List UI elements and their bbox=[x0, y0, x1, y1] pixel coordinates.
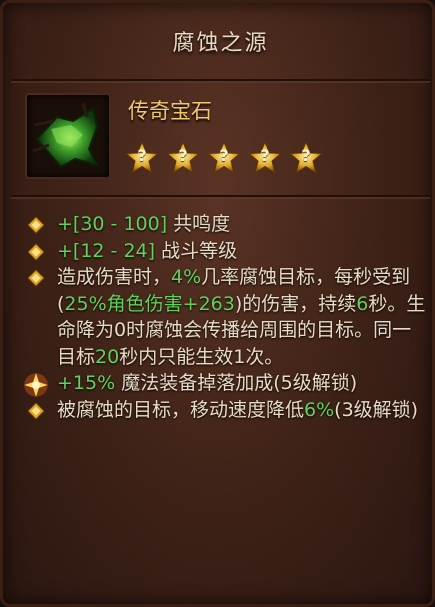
star-slot-icon: ? bbox=[166, 141, 200, 175]
diamond-bullet-icon bbox=[27, 401, 45, 420]
star-rating: ????? bbox=[125, 141, 330, 177]
affix-text: 战斗等级 bbox=[155, 239, 238, 262]
affix-text: 被腐蚀的目标，移动速度降低 bbox=[57, 398, 305, 421]
affix-line: +[12 - 24] 战斗等级 bbox=[23, 238, 428, 265]
affix-value: 25% bbox=[64, 292, 107, 315]
affix-text: 造成伤害时， bbox=[57, 266, 172, 288]
star-slot-label: ? bbox=[219, 146, 229, 165]
gem-icon-frame bbox=[25, 93, 111, 179]
legendary-gem-icon bbox=[32, 102, 99, 169]
star-slot-label: ? bbox=[178, 146, 188, 165]
diamond-bullet-icon bbox=[27, 242, 45, 261]
item-name: 腐蚀之源 bbox=[172, 31, 269, 56]
star-slot-icon: ? bbox=[125, 141, 159, 175]
affix-value: 6 bbox=[356, 292, 369, 315]
star-slot-icon: ? bbox=[248, 141, 282, 175]
affix-line: 造成伤害时，4%几率腐蚀目标，每秒受到(25%角色伤害+263)的伤害，持续6秒… bbox=[23, 264, 428, 370]
affix-value: 角色伤害 bbox=[106, 292, 183, 315]
affix-text: (3级解锁) bbox=[334, 398, 419, 421]
affix-line: +[30 - 100] 共鸣度 bbox=[23, 211, 428, 238]
diamond-bullet-icon bbox=[27, 216, 45, 234]
star-slot-label: ? bbox=[137, 146, 147, 165]
star-slot-icon: ? bbox=[207, 141, 241, 175]
affix-list: +[30 - 100] 共鸣度 +[12 - 24] 战斗等级 造成伤害时，4%几率… bbox=[23, 211, 428, 423]
star-slot-label: ? bbox=[260, 146, 270, 165]
item-tooltip: 腐蚀之源 传奇宝石 ????? +[30 - 100] 共鸣度 +[12 - 24… bbox=[0, 0, 435, 607]
affix-text: 共鸣度 bbox=[167, 213, 231, 235]
affix-line: 被腐蚀的目标，移动速度降低6%(3级解锁) bbox=[23, 397, 428, 424]
affix-value: +263 bbox=[182, 292, 235, 315]
affix-value: 4% bbox=[171, 266, 202, 288]
affix-value: +[30 - 100] bbox=[57, 213, 168, 235]
affix-value: 20 bbox=[95, 345, 120, 368]
affix-value: +[12 - 24] bbox=[57, 239, 156, 262]
diamond-bullet-icon bbox=[27, 269, 45, 287]
affix-text: 魔法装备掉落加成(5级解锁) bbox=[115, 372, 358, 394]
affix-text: )的伤害，持续 bbox=[234, 292, 357, 315]
affix-text: 秒内只能生效1次。 bbox=[119, 345, 284, 368]
title-divider bbox=[11, 79, 430, 83]
affix-value: 6% bbox=[304, 398, 335, 421]
glowing-diamond-bullet-icon bbox=[24, 373, 48, 397]
affix-value: +15% bbox=[57, 372, 116, 394]
star-slot-label: ? bbox=[301, 146, 311, 165]
star-slot-icon: ? bbox=[289, 141, 323, 175]
item-type: 传奇宝石 bbox=[128, 99, 212, 123]
section-divider bbox=[11, 195, 430, 199]
affix-line: +15% 魔法装备掉落加成(5级解锁) bbox=[23, 370, 428, 397]
